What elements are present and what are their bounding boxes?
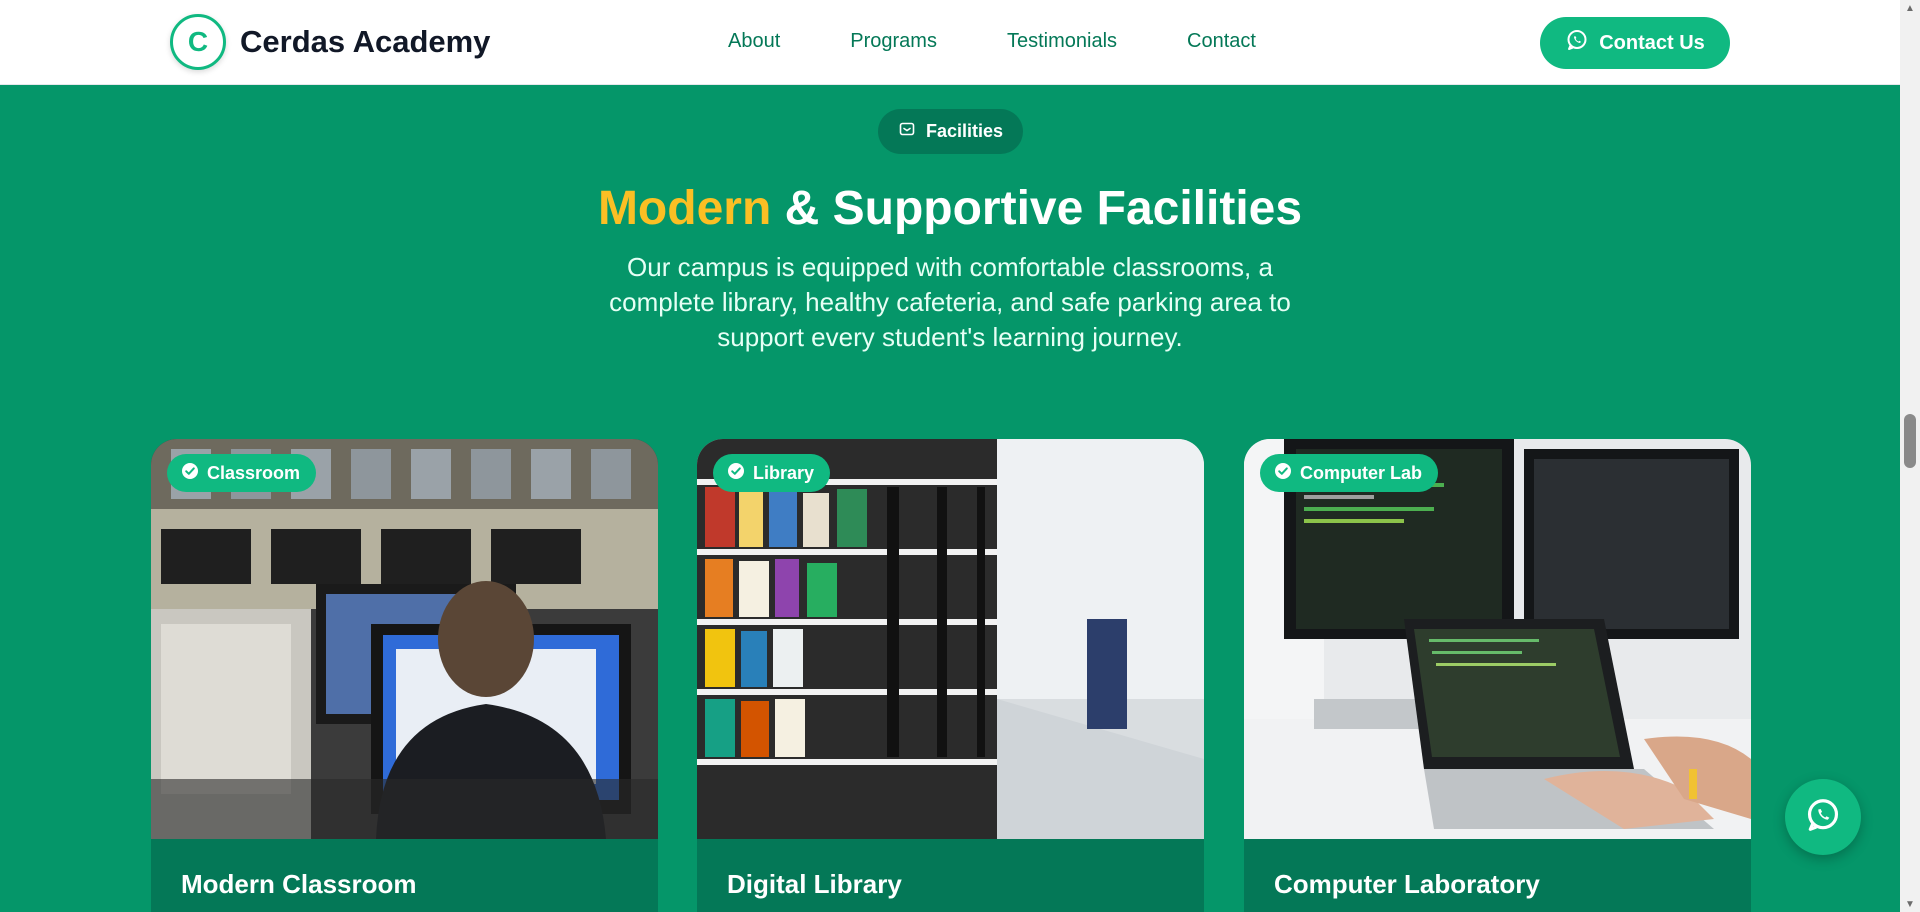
classroom-photo (151, 439, 658, 839)
pill-label: Facilities (925, 121, 1004, 141)
facility-card-library[interactable]: Library Digital Library (697, 439, 1204, 912)
site-header: C Cerdas Academy About Programs Testimon… (0, 0, 1900, 85)
badge-label: Classroom (207, 462, 301, 483)
card-title: Modern Classroom (181, 869, 417, 899)
library-badge: Library (713, 454, 831, 492)
scroll-up-arrow[interactable]: ▲ (1900, 0, 1920, 16)
facility-card-computer-lab[interactable]: Computer Lab Computer Laboratory (1244, 439, 1751, 912)
heading-accent: Modern (597, 182, 772, 235)
scroll-down-arrow[interactable]: ▼ (1900, 896, 1920, 912)
nav-link-programs[interactable]: Programs (850, 30, 937, 53)
card-title: Computer Laboratory (1274, 869, 1540, 899)
main-nav: About Programs Testimonials Contact (728, 30, 1256, 53)
vertical-scrollbar[interactable]: ▲ ▼ (1900, 0, 1920, 912)
whatsapp-icon (1565, 28, 1589, 58)
computer-lab-photo (1244, 439, 1751, 839)
logo-icon: C (170, 14, 226, 70)
check-circle-icon (181, 462, 199, 485)
whatsapp-icon (1804, 796, 1842, 839)
computer-lab-badge: Computer Lab (1260, 454, 1439, 492)
nav-link-about[interactable]: About (728, 30, 780, 53)
contact-us-button[interactable]: Contact Us (1540, 17, 1730, 69)
heading-rest: & Supportive Facilities (784, 182, 1303, 235)
floating-whatsapp-button[interactable] (1785, 779, 1861, 855)
library-photo (697, 439, 1204, 839)
nav-link-contact[interactable]: Contact (1187, 30, 1256, 53)
nav-link-testimonials[interactable]: Testimonials (1007, 30, 1117, 53)
building-icon (898, 120, 916, 143)
brand[interactable]: C Cerdas Academy (170, 14, 490, 70)
badge-label: Computer Lab (1300, 462, 1423, 483)
check-circle-icon (1274, 462, 1292, 485)
badge-label: Library (753, 462, 815, 483)
check-circle-icon (727, 462, 745, 485)
contact-us-label: Contact Us (1599, 31, 1705, 54)
facility-card-classroom[interactable]: Classroom Modern Classroom (151, 439, 658, 912)
section-heading: Modern & Supportive Facilities (0, 181, 1900, 236)
section-subtitle: Our campus is equipped with comfortable … (609, 252, 1291, 352)
scrollbar-thumb[interactable] (1904, 414, 1916, 468)
facilities-pill: Facilities (878, 109, 1023, 154)
brand-name: Cerdas Academy (240, 24, 491, 59)
facilities-section: Facilities Modern & Supportive Facilitie… (0, 85, 1900, 912)
card-title: Digital Library (727, 869, 902, 899)
classroom-badge: Classroom (167, 454, 317, 492)
